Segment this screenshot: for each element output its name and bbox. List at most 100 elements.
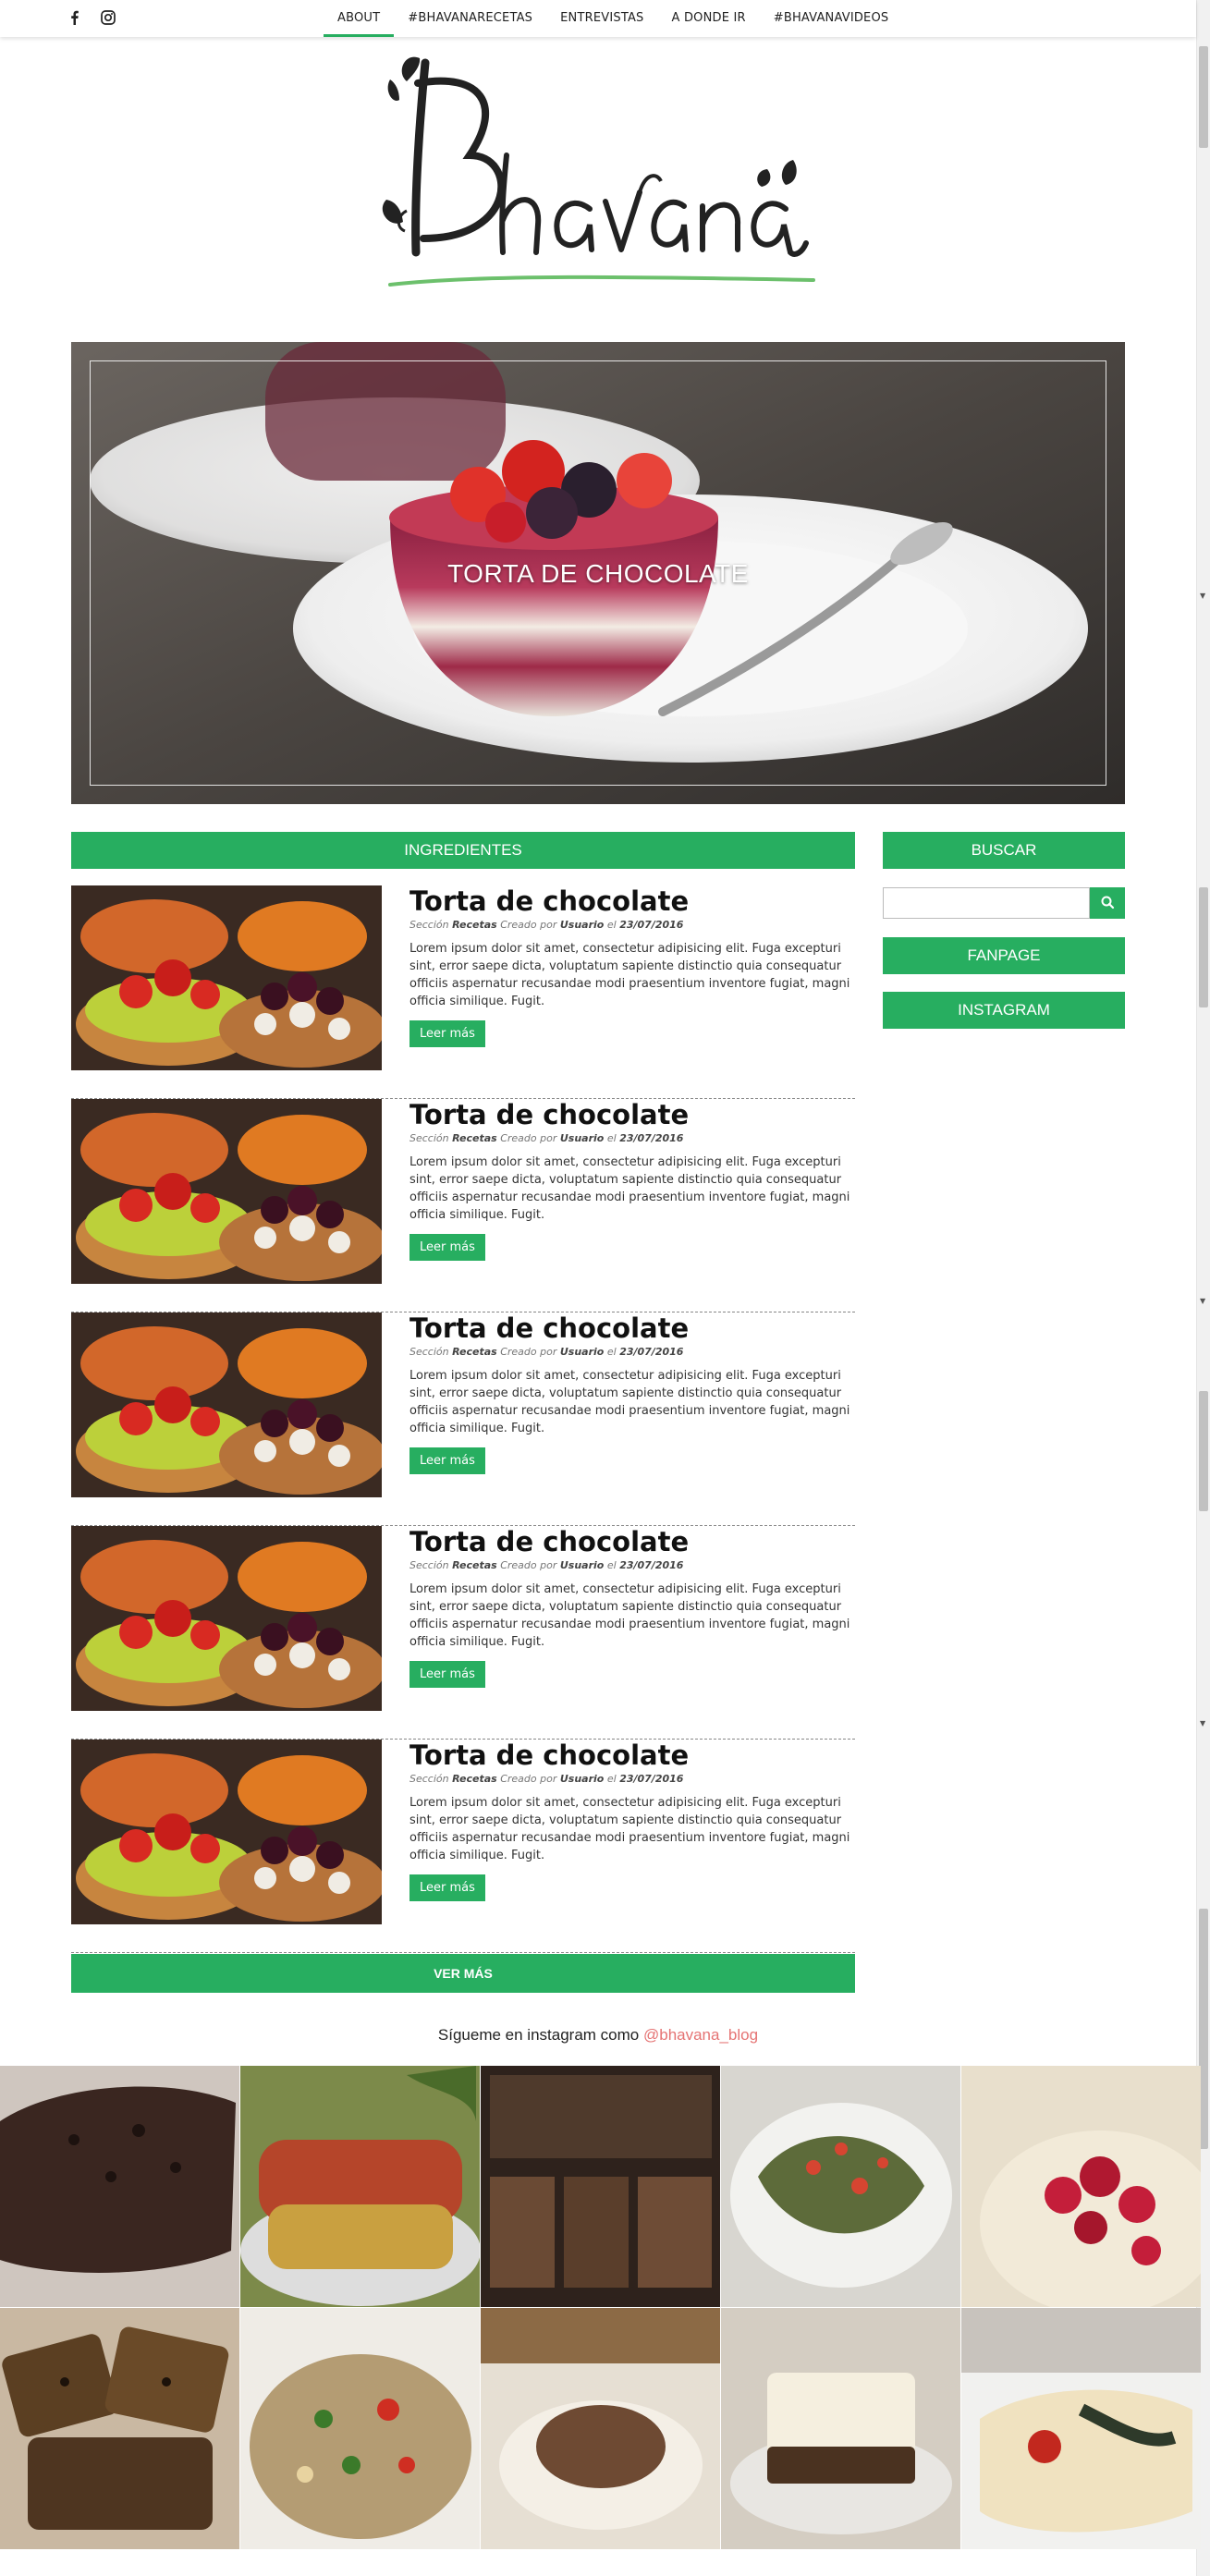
fanpage-button[interactable]: FANPAGE [883,937,1125,974]
article-title[interactable]: Torta de chocolate [409,1526,855,1557]
article-author[interactable]: Usuario [560,919,605,931]
article-excerpt: Lorem ipsum dolor sit amet, consectetur … [409,1582,850,1649]
scrollbar-thumb[interactable] [1199,887,1208,1007]
site-logo[interactable] [379,54,823,303]
main-nav: ABOUT #BHAVANARECETAS ENTREVISTAS A DOND… [324,0,902,37]
top-navbar: ABOUT #BHAVANARECETAS ENTREVISTAS A DOND… [0,0,1196,37]
instagram-photo[interactable] [240,2308,480,2549]
article-body: Torta de chocolate Sección Recetas Cread… [409,1740,855,1901]
article-thumbnail[interactable] [71,885,382,1070]
article-author[interactable]: Usuario [560,1132,605,1144]
article-author[interactable]: Usuario [560,1773,605,1785]
nav-item-entrevistas[interactable]: ENTREVISTAS [546,0,657,37]
article-thumbnail-image [71,1312,382,1497]
article-meta: Sección Recetas Creado por Usuario el 23… [409,1559,855,1571]
read-more-button[interactable]: Leer más [409,1874,485,1901]
search-button[interactable] [1090,887,1125,919]
article-category[interactable]: Recetas [452,1346,497,1358]
nav-item-about[interactable]: ABOUT [324,0,395,37]
article-body: Torta de chocolate Sección Recetas Cread… [409,1312,855,1474]
article-thumbnail[interactable] [71,1312,382,1497]
article-card: Torta de chocolate Sección Recetas Cread… [71,1740,855,1953]
article-meta: Sección Recetas Creado por Usuario el 23… [409,1132,855,1144]
read-more-button[interactable]: Leer más [409,1020,485,1047]
article-card: Torta de chocolate Sección Recetas Cread… [71,885,855,1099]
meta-created: Creado por [500,1132,557,1144]
article-title[interactable]: Torta de chocolate [409,1312,855,1344]
read-more-button[interactable]: Leer más [409,1661,485,1688]
scroll-arrow-icon: ▼ [1200,1297,1206,1305]
instagram-handle-link[interactable]: @bhavana_blog [643,2026,758,2044]
article-author[interactable]: Usuario [560,1346,605,1358]
article-category[interactable]: Recetas [452,1773,497,1785]
article-date: 23/07/2016 [619,1346,684,1358]
instagram-follow-prefix: Sígueme en instagram como [437,2026,640,2044]
article-author[interactable]: Usuario [560,1559,605,1571]
nav-item-bhavanavideos[interactable]: #BHAVANAVIDEOS [760,0,903,37]
instagram-photo[interactable] [481,2066,720,2307]
search-icon [1101,896,1115,910]
meta-created: Creado por [500,919,557,931]
article-body: Torta de chocolate Sección Recetas Cread… [409,1099,855,1261]
scrollbar-thumb[interactable] [1199,46,1208,148]
read-more-button[interactable]: Leer más [409,1447,485,1474]
nav-item-bhavanarecetas[interactable]: #BHAVANARECETAS [394,0,546,37]
instagram-photo[interactable] [961,2308,1201,2549]
article-title[interactable]: Torta de chocolate [409,1740,855,1771]
hero-banner[interactable]: TORTA DE CHOCOLATE [71,342,1125,804]
article-card: Torta de chocolate Sección Recetas Cread… [71,1312,855,1526]
instagram-photo[interactable] [0,2066,239,2307]
article-thumbnail[interactable] [71,1740,382,1924]
meta-on: el [606,1559,617,1571]
ver-mas-button[interactable]: VER MÁS [71,1954,855,1993]
instagram-photo[interactable] [961,2066,1201,2307]
article-meta: Sección Recetas Creado por Usuario el 23… [409,1346,855,1358]
instagram-photo[interactable] [721,2308,960,2549]
section-header-ingredientes[interactable]: INGREDIENTES [71,832,855,869]
article-thumbnail-image [71,1099,382,1284]
search-input[interactable] [883,887,1090,919]
meta-on: el [606,1346,617,1358]
article-date: 23/07/2016 [619,1773,684,1785]
scrollbar-thumb[interactable] [1199,1391,1208,1511]
article-thumbnail-image [71,1526,382,1711]
facebook-icon[interactable] [67,9,83,26]
article-thumbnail[interactable] [71,1526,382,1711]
hero-title[interactable]: TORTA DE CHOCOLATE [71,559,1125,589]
article-date: 23/07/2016 [619,919,684,931]
article-title[interactable]: Torta de chocolate [409,1099,855,1130]
instagram-photo[interactable] [240,2066,480,2307]
article-category[interactable]: Recetas [452,1559,497,1571]
article-excerpt: Lorem ipsum dolor sit amet, consectetur … [409,1796,850,1862]
article-meta: Sección Recetas Creado por Usuario el 23… [409,1773,855,1785]
article-body: Torta de chocolate Sección Recetas Cread… [409,1526,855,1688]
article-thumbnail-image [71,1740,382,1924]
meta-prefix: Sección [409,1346,449,1358]
scroll-arrow-icon: ▼ [1200,1719,1206,1728]
article-category[interactable]: Recetas [452,1132,497,1144]
article-thumbnail-image [71,885,382,1070]
article-date: 23/07/2016 [619,1132,684,1144]
instagram-button[interactable]: INSTAGRAM [883,992,1125,1029]
instagram-photo[interactable] [721,2066,960,2307]
sidebar-search-title: BUSCAR [883,832,1125,869]
article-excerpt: Lorem ipsum dolor sit amet, consectetur … [409,942,850,1008]
article-body: Torta de chocolate Sección Recetas Cread… [409,885,855,1047]
instagram-icon[interactable] [100,9,116,26]
article-category[interactable]: Recetas [452,919,497,931]
instagram-follow-text: Sígueme en instagram como @bhavana_blog [0,2026,1196,2045]
nav-item-a-donde-ir[interactable]: A DONDE IR [658,0,760,37]
scroll-arrow-icon: ▼ [1200,592,1206,600]
meta-prefix: Sección [409,919,449,931]
read-more-button[interactable]: Leer más [409,1234,485,1261]
article-thumbnail[interactable] [71,1099,382,1284]
meta-on: el [606,1773,617,1785]
article-meta: Sección Recetas Creado por Usuario el 23… [409,919,855,931]
instagram-photo[interactable] [481,2308,720,2549]
instagram-photo[interactable] [0,2308,239,2549]
article-card: Torta de chocolate Sección Recetas Cread… [71,1099,855,1312]
article-date: 23/07/2016 [619,1559,684,1571]
meta-on: el [606,919,617,931]
meta-created: Creado por [500,1346,557,1358]
article-title[interactable]: Torta de chocolate [409,885,855,917]
